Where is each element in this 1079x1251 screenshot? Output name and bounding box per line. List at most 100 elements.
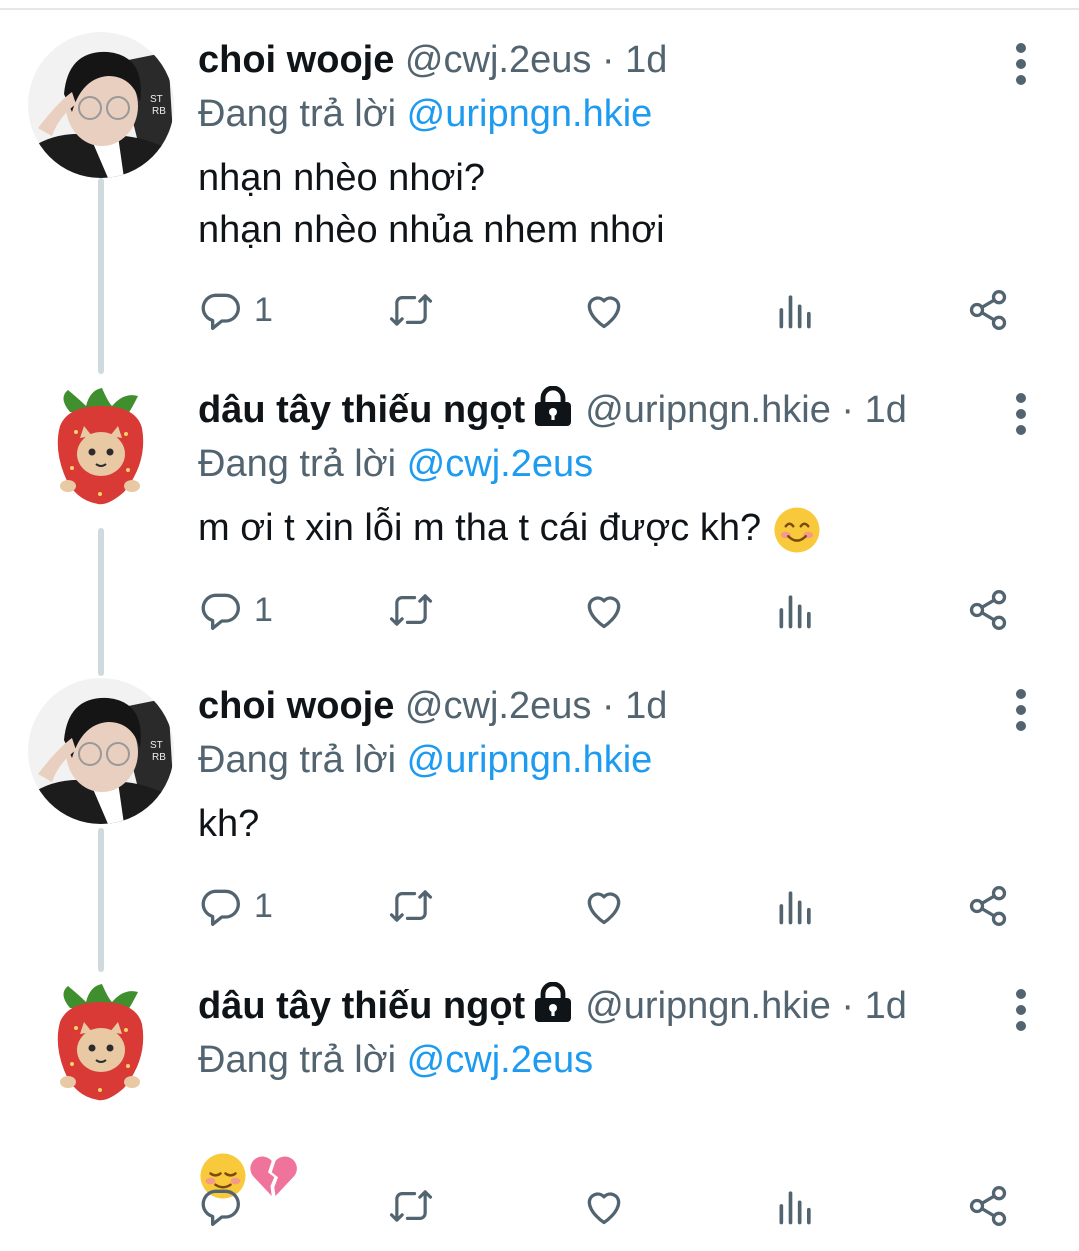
replying-to: Đang trả lời @cwj.2eus (198, 438, 593, 490)
reply-icon (201, 889, 240, 926)
share-button[interactable] (966, 1176, 1010, 1236)
tweet-text: m ơi t xin lỗi m tha t cái được kh? (198, 502, 822, 555)
reply-button[interactable]: 1 (198, 580, 273, 640)
author-name[interactable]: choi wooje (198, 685, 394, 727)
retweet-icon (389, 594, 433, 626)
views-button[interactable] (774, 1176, 818, 1236)
tweet-header: choi wooje @cwj.2eus · 1d (198, 678, 667, 738)
thread-connector (98, 178, 104, 374)
timestamp[interactable]: · 1d (841, 985, 906, 1027)
share-icon (969, 590, 1007, 630)
like-icon (587, 892, 621, 925)
person-avatar-icon: ST RB (28, 678, 174, 824)
replying-label: Đang trả lời (198, 93, 407, 135)
top-divider (0, 8, 1079, 10)
like-button[interactable] (582, 580, 626, 640)
retweet-icon (389, 1190, 433, 1222)
reply-count: 1 (254, 590, 273, 629)
more-options[interactable] (1008, 982, 1034, 1042)
reply-icon (201, 293, 240, 330)
timestamp[interactable]: · 1d (602, 685, 667, 727)
avatar[interactable] (28, 978, 174, 1124)
retweet-icon (389, 294, 433, 326)
replying-to: Đang trả lời @uripngn.hkie (198, 88, 652, 140)
thread-connector (98, 528, 104, 676)
replying-to: Đang trả lời @uripngn.hkie (198, 734, 652, 786)
views-icon (779, 295, 811, 329)
lock-icon (535, 386, 572, 426)
views-button[interactable] (774, 580, 818, 640)
reply-button[interactable]: 1 (198, 876, 273, 936)
tweet-text: kh? (198, 803, 260, 845)
like-icon (587, 596, 621, 629)
svg-text:ST: ST (150, 94, 163, 105)
reply-count: 1 (254, 290, 273, 329)
retweet-icon (389, 890, 433, 922)
share-icon (969, 1186, 1007, 1226)
author-handle[interactable]: @cwj.2eus (405, 685, 591, 727)
share-button[interactable] (966, 280, 1010, 340)
retweet-button[interactable] (388, 1176, 434, 1236)
views-button[interactable] (774, 280, 818, 340)
avatar[interactable]: ST RB (28, 32, 174, 178)
reply-icon (201, 1189, 240, 1226)
tweet-header: choi wooje @cwj.2eus · 1d (198, 32, 667, 92)
reply-button[interactable] (198, 1176, 254, 1236)
reply-count: 1 (254, 886, 273, 925)
retweet-button[interactable] (388, 280, 434, 340)
share-icon (969, 290, 1007, 330)
lock-icon (535, 982, 572, 1022)
more-options-icon[interactable] (1008, 36, 1034, 96)
author-name[interactable]: dâu tây thiếu ngọt (198, 389, 525, 431)
replying-to: Đang trả lời @cwj.2eus (198, 1034, 593, 1086)
tweet-text-content: m ơi t xin lỗi m tha t cái được kh? (198, 507, 762, 549)
tweet-text-line: nhạn nhèo nhơi? (198, 157, 485, 199)
like-button[interactable] (582, 1176, 626, 1236)
replying-label: Đang trả lời (198, 739, 407, 781)
svg-text:ST: ST (150, 740, 163, 751)
mention-link[interactable]: @cwj.2eus (407, 443, 593, 485)
tweet-text-line: nhạn nhèo nhủa nhem nhơi (198, 209, 665, 251)
like-icon (587, 296, 621, 329)
reply-button[interactable]: 1 (198, 280, 273, 340)
strawberry-cat-avatar-icon (28, 978, 174, 1124)
retweet-button[interactable] (388, 580, 434, 640)
replying-label: Đang trả lời (198, 443, 407, 485)
share-button[interactable] (966, 580, 1010, 640)
share-button[interactable] (966, 876, 1010, 936)
action-bar (198, 1176, 1028, 1236)
svg-text:RB: RB (152, 752, 166, 763)
action-bar: 1 (198, 580, 1028, 640)
tweet-header: dâu tây thiếu ngọt @uripngn.hkie · 1d (198, 978, 907, 1038)
avatar[interactable]: ST RB (28, 678, 174, 824)
share-icon (969, 886, 1007, 926)
mention-link[interactable]: @uripngn.hkie (407, 739, 653, 781)
mention-link[interactable]: @cwj.2eus (407, 1039, 593, 1081)
author-handle[interactable]: @uripngn.hkie (585, 985, 831, 1027)
timestamp[interactable]: · 1d (602, 39, 667, 81)
like-icon (587, 1192, 621, 1225)
author-handle[interactable]: @uripngn.hkie (585, 389, 831, 431)
mention-link[interactable]: @uripngn.hkie (407, 93, 653, 135)
views-icon (779, 595, 811, 629)
more-options-icon (1016, 989, 1026, 1031)
views-icon (779, 891, 811, 925)
like-button[interactable] (582, 876, 626, 936)
author-name[interactable]: choi wooje (198, 39, 394, 81)
tweet-text: nhạn nhèo nhơi? nhạn nhèo nhủa nhem nhơi (198, 152, 665, 256)
retweet-button[interactable] (388, 876, 434, 936)
avatar[interactable] (28, 382, 174, 528)
like-button[interactable] (582, 280, 626, 340)
author-handle[interactable]: @cwj.2eus (405, 39, 591, 81)
tweet-header: dâu tây thiếu ngọt @uripngn.hkie · 1d (198, 382, 907, 442)
action-bar: 1 (198, 876, 1028, 936)
thread-connector (98, 828, 104, 972)
more-options-icon (1016, 393, 1026, 435)
more-options[interactable] (1008, 386, 1034, 446)
smiling-face-emoji (774, 507, 820, 553)
replying-label: Đang trả lời (198, 1039, 407, 1081)
more-options[interactable] (1008, 682, 1034, 742)
views-button[interactable] (774, 876, 818, 936)
author-name[interactable]: dâu tây thiếu ngọt (198, 985, 525, 1027)
timestamp[interactable]: · 1d (841, 389, 906, 431)
